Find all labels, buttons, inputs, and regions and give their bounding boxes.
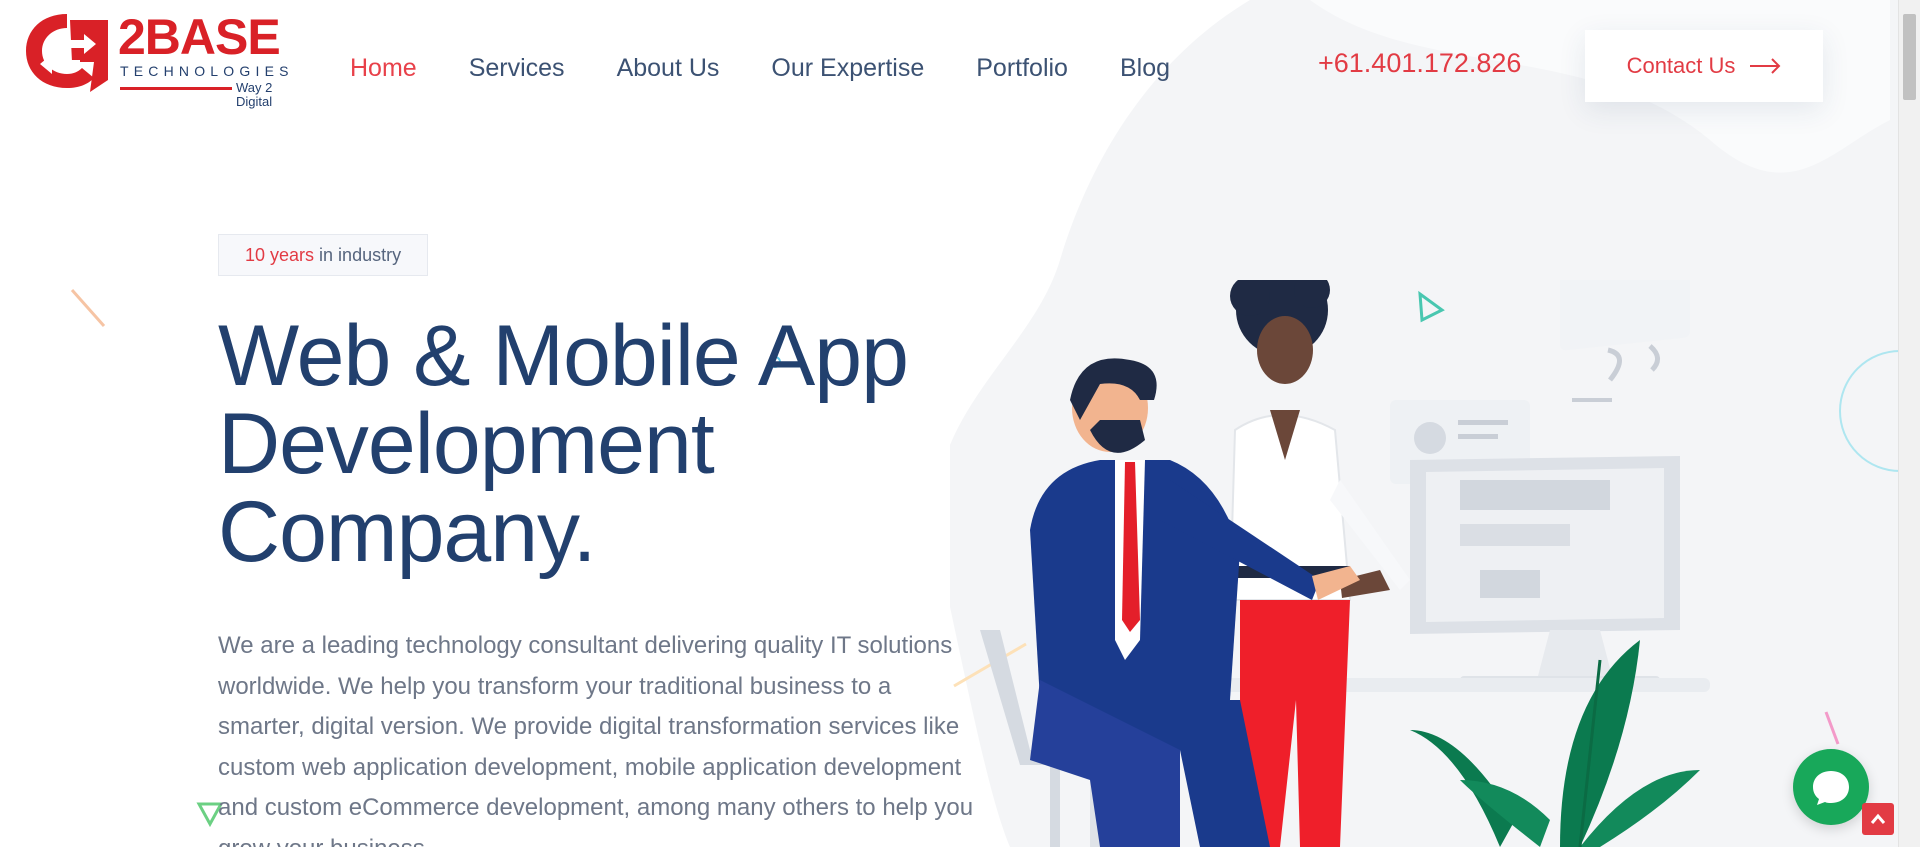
hero-title-line-1: Web & Mobile App [218,308,909,404]
logo-tagline: Way 2 Digital [236,80,273,109]
hero-title: Web & Mobile App Development Company. [218,312,998,576]
contact-us-label: Contact Us [1626,53,1736,78]
nav-item-blog[interactable]: Blog [1120,54,1170,83]
site-header: 2BASE TECHNOLOGIES Way 2 Digital Home Se… [0,0,1900,130]
nav-item-about-us[interactable]: About Us [617,54,720,83]
experience-badge: 10 years in industry [218,234,429,276]
scrollbar-thumb[interactable] [1903,14,1916,100]
logo-divider [120,87,232,90]
nav-item-portfolio[interactable]: Portfolio [976,54,1068,83]
chevron-up-icon [1870,813,1886,824]
hero-description: We are a leading technology consultant d… [218,632,974,847]
badge-years: 10 years [245,244,315,265]
arrow-right-icon [1750,58,1781,74]
badge-text: in industry [319,244,402,265]
main-nav: Home Services About Us Our Expertise Por… [350,50,1222,86]
phone-link[interactable]: +61.401.172.826 [1318,48,1521,79]
hero-title-line-3: Company. [218,484,597,580]
contact-us-button[interactable]: Contact Us [1585,30,1823,102]
logo-subtitle: TECHNOLOGIES [120,63,294,79]
logo-wordmark: 2BASE [118,9,281,65]
decorative-line-shape-3 [1824,711,1840,745]
chat-bubble-icon [1813,771,1849,805]
logo-mark-icon [26,14,108,92]
decorative-circle-shape [1839,350,1900,472]
nav-item-home[interactable]: Home [350,54,417,83]
chat-widget-button[interactable] [1793,749,1869,825]
nav-item-our-expertise[interactable]: Our Expertise [771,54,924,83]
decorative-line-shape [70,289,106,327]
hero-title-line-2: Development [218,396,715,492]
scroll-to-top-button[interactable] [1862,803,1894,835]
nav-item-services[interactable]: Services [469,54,565,83]
page-scrollbar[interactable] [1898,0,1920,847]
team-working-illustration [980,280,1710,847]
brand-logo[interactable]: 2BASE TECHNOLOGIES Way 2 Digital [22,9,307,109]
